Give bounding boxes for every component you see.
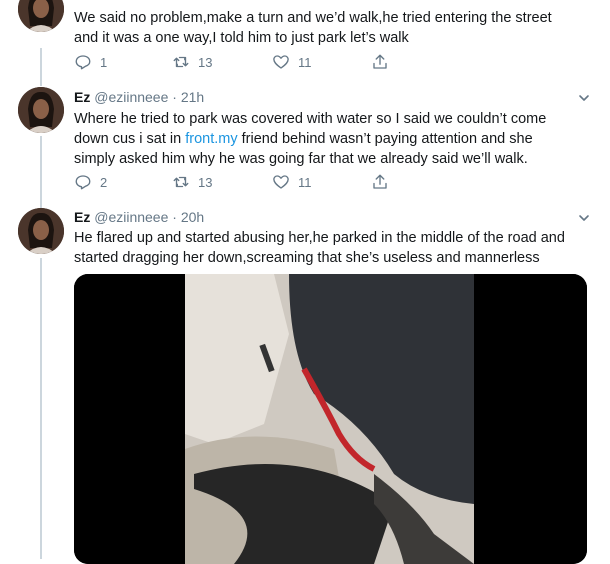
more-options-button[interactable] bbox=[578, 92, 590, 104]
share-icon bbox=[373, 54, 387, 69]
reply-icon bbox=[75, 175, 91, 190]
avatar[interactable] bbox=[18, 208, 64, 254]
share-icon bbox=[373, 174, 387, 189]
tweet-actions: 2 13 11 bbox=[74, 172, 404, 192]
chevron-down-icon bbox=[579, 215, 589, 221]
retweet-count: 13 bbox=[198, 174, 213, 190]
reply-icon bbox=[75, 55, 91, 70]
more-options-button[interactable] bbox=[578, 212, 590, 224]
tweet[interactable]: Ez @eziinneee · 21h Where he tried to pa… bbox=[0, 86, 610, 204]
avatar[interactable] bbox=[18, 87, 64, 133]
like-count: 11 bbox=[298, 54, 312, 70]
separator: · bbox=[172, 89, 177, 105]
like-count: 11 bbox=[298, 174, 312, 190]
author-handle[interactable]: @eziinneee bbox=[94, 209, 168, 225]
video-player[interactable] bbox=[74, 274, 587, 564]
separator: · bbox=[172, 209, 177, 225]
retweet-icon bbox=[173, 56, 189, 68]
heart-icon bbox=[273, 175, 289, 189]
tweet-header: Ez @eziinneee · 21h bbox=[74, 89, 204, 105]
tweet-header: Ez @eziinneee · 20h bbox=[74, 209, 204, 225]
like-button[interactable]: 11 bbox=[272, 172, 312, 192]
tweet-link[interactable]: front.my bbox=[185, 131, 237, 147]
video-frame bbox=[74, 274, 587, 564]
tweet-actions: 1 13 11 bbox=[74, 52, 404, 72]
reply-count: 1 bbox=[100, 54, 108, 70]
retweet-button[interactable]: 13 bbox=[172, 172, 212, 192]
tweet-text: He flared up and started abusing her,he … bbox=[74, 230, 565, 266]
reply-count: 2 bbox=[100, 174, 108, 190]
tweet-text: We said no problem,make a turn and we’d … bbox=[74, 10, 552, 46]
avatar[interactable] bbox=[18, 0, 64, 32]
author-handle[interactable]: @eziinneee bbox=[94, 89, 168, 105]
timestamp[interactable]: 21h bbox=[181, 89, 204, 105]
tweet[interactable]: We said no problem,make a turn and we’d … bbox=[0, 0, 610, 82]
share-button[interactable] bbox=[371, 52, 397, 72]
tweet-text: Where he tried to park was covered with … bbox=[74, 109, 574, 169]
retweet-count: 13 bbox=[198, 54, 213, 70]
retweet-button[interactable]: 13 bbox=[172, 52, 212, 72]
timestamp[interactable]: 20h bbox=[181, 209, 204, 225]
share-button[interactable] bbox=[371, 172, 397, 192]
author-name[interactable]: Ez bbox=[74, 89, 90, 105]
heart-icon bbox=[273, 55, 289, 69]
chevron-down-icon bbox=[579, 95, 589, 101]
reply-button[interactable]: 2 bbox=[74, 172, 107, 192]
author-name[interactable]: Ez bbox=[74, 209, 90, 225]
retweet-icon bbox=[173, 176, 189, 188]
like-button[interactable]: 11 bbox=[272, 52, 312, 72]
reply-button[interactable]: 1 bbox=[74, 52, 107, 72]
